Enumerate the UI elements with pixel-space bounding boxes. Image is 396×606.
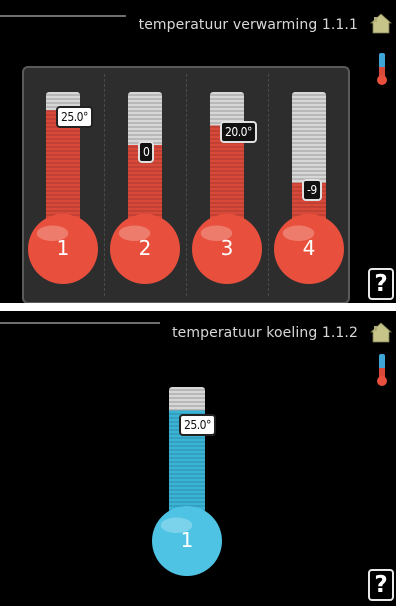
divider — [268, 74, 269, 296]
header-line — [0, 322, 160, 324]
heating-temperature-screen: temperatuur verwarming 1.1.1 1 25.0° 2 0 3 20… — [0, 0, 396, 303]
zone-1-thermometer[interactable]: 1 25.0° — [28, 88, 98, 284]
zone-value-label: 25.0° — [56, 106, 93, 129]
zone-number: 2 — [138, 236, 152, 260]
screen-title: temperatuur koeling 1.1.2 — [172, 325, 358, 341]
zone-3-thermometer[interactable]: 3 20.0° — [192, 88, 262, 284]
zone-value-label: 20.0° — [220, 121, 257, 144]
thermometer-icon — [377, 354, 387, 386]
help-button[interactable]: ? — [368, 569, 394, 601]
house-icon[interactable] — [370, 12, 392, 34]
zone-2-thermometer[interactable]: 20 — [110, 88, 180, 284]
house-icon[interactable] — [370, 321, 392, 343]
screen-title: temperatuur verwarming 1.1.1 — [138, 17, 358, 33]
thermometer-icon — [377, 53, 387, 85]
divider — [104, 74, 105, 296]
zone-value-label: 25.0° — [179, 414, 216, 437]
zone-number: 4 — [302, 236, 316, 260]
cooling-temperature-screen: temperatuur koeling 1.1.2 1 25.0° ? — [0, 311, 396, 606]
divider — [186, 74, 187, 296]
header-line — [0, 15, 126, 17]
zone-value-label: -9 — [302, 178, 322, 201]
zone-4-thermometer[interactable]: 4 -9 — [274, 88, 344, 284]
zone-1-thermometer[interactable]: 1 25.0° — [151, 383, 223, 576]
help-button[interactable]: ? — [368, 268, 394, 300]
zone-value-label: 0 — [138, 141, 155, 163]
zone-number: 1 — [180, 528, 194, 552]
zone-number: 1 — [56, 236, 70, 260]
zone-number: 3 — [220, 236, 234, 260]
